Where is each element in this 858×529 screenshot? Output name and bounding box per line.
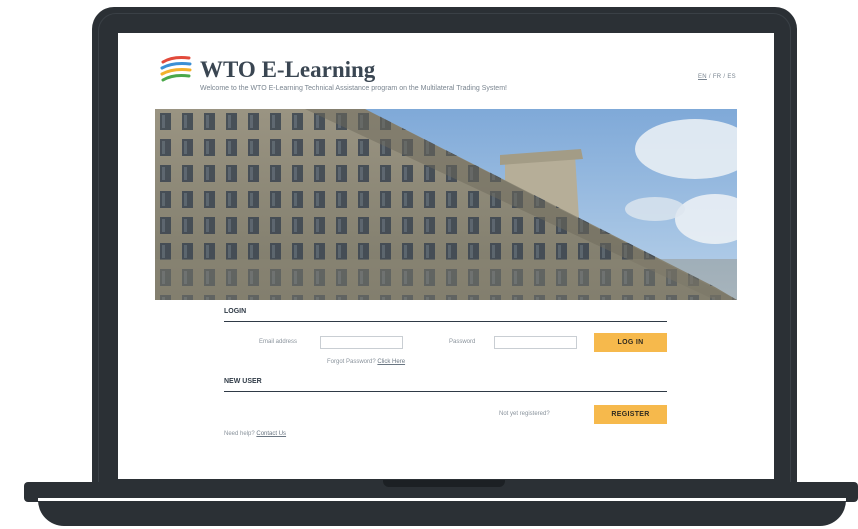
language-switcher: EN / FR / ES — [698, 74, 736, 80]
register-button[interactable]: REGISTER — [594, 405, 667, 424]
new-user-heading: NEW USER — [224, 378, 262, 385]
help-row: Need help? Contact Us — [224, 431, 286, 437]
contact-us-link[interactable]: Contact Us — [256, 431, 286, 437]
forgot-password-text: Forgot Password? — [327, 359, 376, 365]
password-field[interactable] — [494, 336, 577, 349]
register-prompt: Not yet registered? — [499, 411, 550, 417]
help-text: Need help? — [224, 431, 255, 437]
email-label: Email address — [259, 339, 298, 345]
laptop-notch — [383, 480, 505, 487]
login-heading: LOGIN — [224, 308, 247, 315]
lang-es-link[interactable]: ES — [727, 74, 736, 80]
login-divider — [224, 321, 667, 322]
laptop-base-bottom — [38, 500, 846, 526]
browser-screen: WTO E-Learning Welcome to the WTO E-Lear… — [118, 33, 774, 479]
password-label: Password — [449, 339, 476, 345]
site-title: WTO E-Learning — [200, 57, 376, 82]
forgot-password-link[interactable]: Click Here — [377, 359, 405, 365]
forgot-password-row: Forgot Password? Click Here — [327, 359, 405, 365]
hero-building-image — [155, 109, 737, 300]
login-button[interactable]: LOG IN — [594, 333, 667, 352]
email-field[interactable] — [320, 336, 403, 349]
new-user-divider — [224, 391, 667, 392]
laptop-base-divider — [38, 498, 846, 501]
wto-logo-icon — [160, 56, 192, 82]
site-tagline: Welcome to the WTO E-Learning Technical … — [200, 85, 507, 92]
lang-en-link[interactable]: EN — [698, 74, 707, 80]
